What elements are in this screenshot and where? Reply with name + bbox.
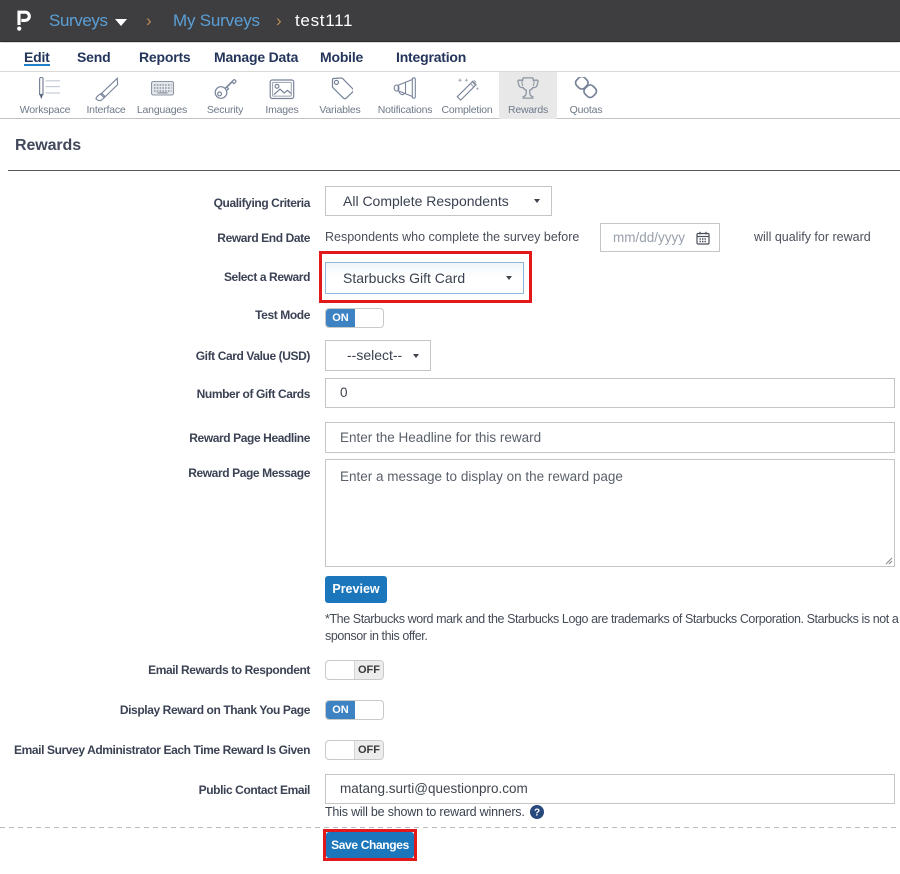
svg-text:?: ? [534, 808, 540, 819]
